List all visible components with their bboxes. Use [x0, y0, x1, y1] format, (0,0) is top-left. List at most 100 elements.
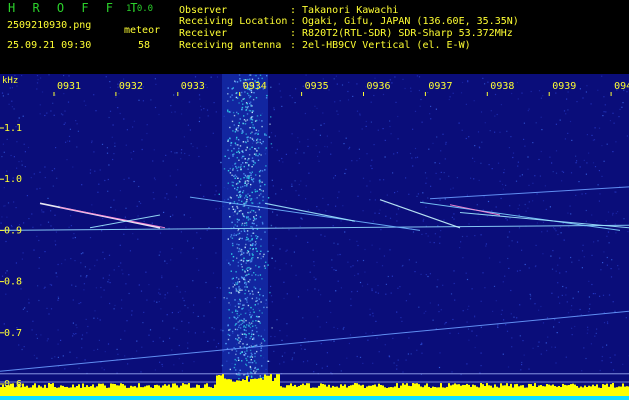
level-bar [496, 386, 498, 396]
level-bar [220, 375, 222, 396]
level-bar [454, 383, 456, 396]
level-bar [430, 387, 432, 396]
level-bar [50, 383, 52, 396]
level-bar [446, 386, 448, 396]
level-bar [368, 385, 370, 396]
level-bar [346, 387, 348, 396]
level-bar [300, 384, 302, 396]
level-bar [428, 386, 430, 396]
level-bar [616, 387, 618, 396]
level-bar [320, 383, 322, 396]
level-bar [558, 386, 560, 396]
level-bar [310, 387, 312, 396]
level-bar [86, 385, 88, 396]
level-bar [444, 387, 446, 396]
level-bar [478, 387, 480, 396]
level-bar [52, 383, 54, 396]
level-bar [284, 387, 286, 396]
level-bar [352, 384, 354, 396]
level-bar [544, 386, 546, 396]
level-bar [200, 388, 202, 396]
level-bar [388, 387, 390, 396]
level-bar [382, 385, 384, 396]
level-bar [194, 387, 196, 396]
level-bar [144, 386, 146, 396]
level-bar [394, 386, 396, 396]
level-bar [178, 387, 180, 396]
level-bar [562, 383, 564, 396]
y-unit-label: kHz [2, 76, 18, 86]
level-bar [210, 387, 212, 396]
y-tick-label: 1.0 [4, 174, 22, 185]
level-bar [448, 383, 450, 396]
level-bar [594, 386, 596, 396]
level-bar [236, 380, 238, 396]
level-bar [228, 379, 230, 396]
level-bar [422, 387, 424, 396]
level-bar [136, 387, 138, 396]
level-bar [598, 387, 600, 396]
level-bar [380, 385, 382, 396]
level-bar [378, 383, 380, 396]
level-bar [420, 386, 422, 396]
level-bar [142, 387, 144, 396]
level-bar [212, 388, 214, 396]
meteor-count: 58 [138, 40, 151, 51]
level-bar [164, 384, 166, 396]
level-bar [504, 385, 506, 396]
level-bar [386, 388, 388, 396]
receiver-value: : R820T2(RTL-SDR) SDR-Sharp 53.372MHz [290, 28, 513, 39]
level-bar [468, 384, 470, 396]
level-bar [276, 374, 278, 396]
level-bar [272, 381, 274, 396]
level-bar [226, 379, 228, 396]
level-bar [184, 384, 186, 396]
level-bar [146, 385, 148, 396]
level-bar [252, 379, 254, 396]
level-bar [182, 383, 184, 396]
level-bar [32, 385, 34, 396]
level-bar [160, 387, 162, 396]
level-bar [330, 387, 332, 396]
level-bar [334, 386, 336, 396]
antenna-label: Receiving antenna [179, 40, 282, 51]
level-bar [622, 383, 624, 396]
level-bar [238, 380, 240, 396]
level-bar [552, 384, 554, 396]
level-bar [418, 384, 420, 396]
level-bar [364, 388, 366, 396]
level-bar [64, 387, 66, 396]
level-bar [338, 387, 340, 396]
level-bar [452, 384, 454, 396]
level-bar [534, 383, 536, 396]
y-tick-label: 0.9 [4, 225, 22, 236]
level-bar [392, 387, 394, 396]
level-bar [122, 384, 124, 396]
level-bar [244, 380, 246, 396]
level-bar [426, 383, 428, 396]
level-bar [126, 387, 128, 396]
level-bar [198, 385, 200, 396]
level-bar [240, 380, 242, 396]
level-bar [400, 385, 402, 396]
level-bar [572, 383, 574, 396]
level-bar [566, 385, 568, 396]
level-bar [132, 386, 134, 396]
level-bar [192, 387, 194, 396]
x-tick-label: 0935 [305, 81, 329, 92]
level-bar [476, 386, 478, 396]
level-bar [510, 383, 512, 396]
level-bar [568, 385, 570, 396]
level-bar [22, 383, 24, 396]
level-bar [112, 383, 114, 396]
level-bar [166, 385, 168, 396]
level-bar [0, 387, 2, 396]
level-bar [130, 385, 132, 396]
level-bar [370, 385, 372, 396]
level-bar [88, 386, 90, 396]
level-bar [128, 387, 130, 396]
level-bar [24, 386, 26, 396]
level-bar [44, 384, 46, 396]
level-bar [114, 384, 116, 396]
level-bar [38, 385, 40, 396]
